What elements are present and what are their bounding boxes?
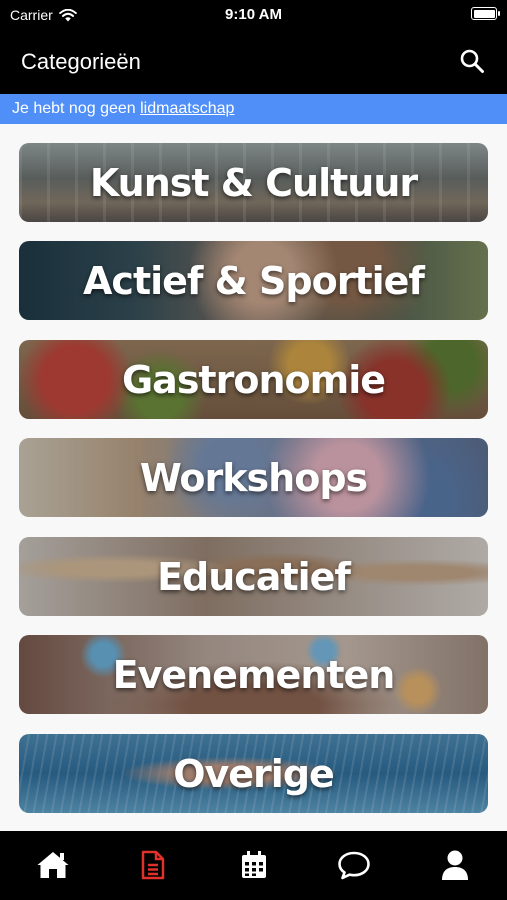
category-card-evenementen[interactable]: Evenementen (19, 635, 488, 714)
tab-messages[interactable] (334, 847, 374, 883)
membership-banner: Je hebt nog geen lidmaatschap (0, 94, 507, 124)
category-card-actief-sportief[interactable]: Actief & Sportief (19, 241, 488, 320)
category-label: Actief & Sportief (83, 258, 425, 303)
category-card-gastronomie[interactable]: Gastronomie (19, 340, 488, 419)
membership-link[interactable]: lidmaatschap (140, 100, 234, 117)
nav-bar: Categorieën (0, 30, 507, 94)
chat-icon (338, 851, 370, 880)
status-bar: Carrier 9:10 AM (0, 0, 507, 30)
category-card-overige[interactable]: Overige (19, 734, 488, 813)
category-card-kunst-cultuur[interactable]: Kunst & Cultuur (19, 143, 488, 222)
document-icon (141, 850, 165, 880)
wifi-icon (58, 8, 77, 21)
category-label: Evenementen (112, 652, 396, 697)
banner-text: Je hebt nog geen (12, 100, 141, 117)
carrier-status: Carrier (10, 7, 77, 23)
user-icon (442, 850, 468, 880)
search-icon (460, 49, 484, 73)
calendar-icon (242, 851, 266, 878)
category-label: Educatief (157, 554, 351, 599)
search-button[interactable] (455, 44, 489, 78)
category-label: Kunst & Cultuur (89, 160, 418, 205)
tab-bar (0, 831, 507, 900)
category-label: Overige (173, 751, 335, 796)
battery-icon (471, 7, 500, 20)
category-label: Gastronomie (121, 357, 386, 402)
tab-calendar[interactable] (234, 847, 274, 883)
category-card-workshops[interactable]: Workshops (19, 438, 488, 517)
category-label: Workshops (139, 455, 368, 500)
tab-categories[interactable] (133, 847, 173, 883)
home-icon (37, 852, 69, 878)
tab-home[interactable] (33, 847, 73, 883)
category-card-educatief[interactable]: Educatief (19, 537, 488, 616)
category-list: Kunst & Cultuur Actief & Sportief Gastro… (0, 124, 507, 831)
page-title: Categorieën (21, 49, 141, 74)
tab-profile[interactable] (435, 847, 475, 883)
carrier-label: Carrier (10, 7, 53, 23)
